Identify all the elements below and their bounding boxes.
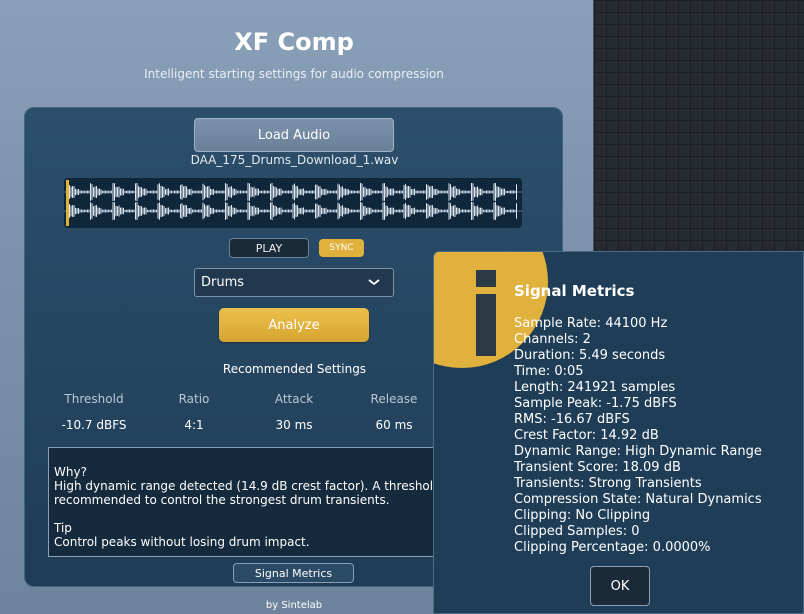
metric-line: Sample Rate: 44100 Hz [514,316,668,331]
metric-line: Duration: 5.49 seconds [514,348,666,363]
metric-line: Time: 0:05 [514,364,584,379]
tip-heading: Tip [54,521,72,535]
metric-line: Compression State: Natural Dynamics [514,492,762,507]
waveform-display[interactable] [64,178,522,228]
metric-line: Transients: Strong Transients [514,476,702,491]
sync-button[interactable]: SYNC [319,239,364,257]
info-glyph [474,270,498,356]
ok-button[interactable]: OK [590,566,650,606]
metric-line: Clipping Percentage: 0.0000% [514,540,711,555]
metric-line: Channels: 2 [514,332,591,347]
load-audio-button[interactable]: Load Audio [194,118,394,152]
waveform-channel-left [64,183,522,201]
signal-metrics-dialog: Signal Metrics Sample Rate: 44100 Hz Chan… [433,251,804,614]
why-heading: Why? [54,465,87,479]
waveform-channel-right [64,202,522,220]
signal-metrics-button[interactable]: Signal Metrics [233,563,354,583]
metrics-list: Sample Rate: 44100 Hz Channels: 2 Duration… [514,316,762,556]
metric-line: Transient Score: 18.09 dB [514,460,681,475]
metric-line: Dynamic Range: High Dynamic Range [514,444,762,459]
why-line-1: High dynamic range detected (14.9 dB cre… [54,479,448,493]
why-line-2: recommended to control the strongest dru… [54,493,390,507]
explanation-box: Why? High dynamic range detected (14.9 d… [48,447,448,557]
metric-line: Clipping: No Clipping [514,508,651,523]
metric-line: Sample Peak: -1.75 dBFS [514,396,677,411]
waveform-graphic [64,183,522,220]
tip-text: Control peaks without losing drum impact… [54,535,310,549]
app-title: XF Comp [234,28,354,56]
chevron-down-icon [367,275,381,293]
playhead[interactable] [66,180,69,226]
dialog-title: Signal Metrics [514,282,635,300]
preset-select[interactable]: Drums [194,268,394,297]
metric-line: Length: 241921 samples [514,380,676,395]
file-name: DAA_175_Drums_Download_1.wav [190,153,399,167]
preset-select-value: Drums [201,275,245,290]
metric-line: Crest Factor: 14.92 dB [514,428,659,443]
app-subtitle: Intelligent starting settings for audio … [144,67,444,81]
metric-line: Clipped Samples: 0 [514,524,640,539]
metric-line: RMS: -16.67 dBFS [514,412,630,427]
analyze-button[interactable]: Analyze [219,308,369,342]
play-button[interactable]: PLAY [229,238,309,258]
